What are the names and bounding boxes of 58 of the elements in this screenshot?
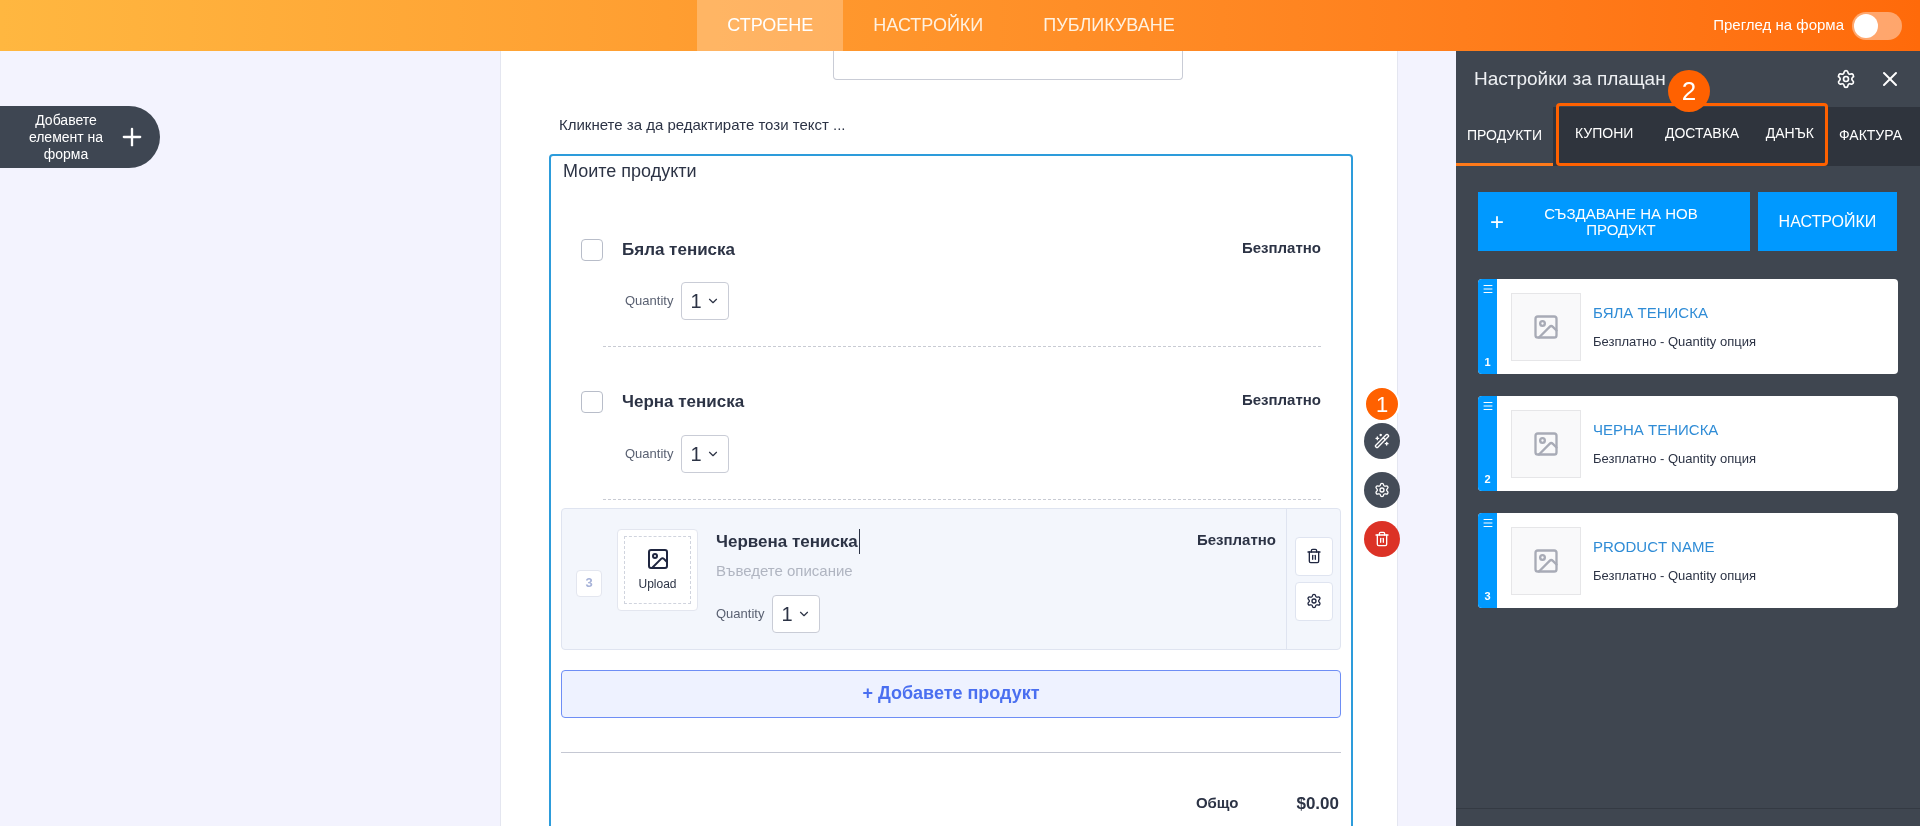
image-icon: [645, 546, 670, 571]
product-name: Черна тениска: [622, 391, 745, 413]
magic-wand-icon: [1374, 433, 1390, 449]
input-field[interactable]: [833, 51, 1183, 80]
image-icon: [1532, 312, 1560, 341]
product-card[interactable]: 1 БЯЛА ТЕНИСКА Безплатно - Quantity опция: [1478, 279, 1898, 374]
menu-icon: [1481, 517, 1494, 529]
image-icon: [1532, 546, 1560, 575]
product-price: Безплатно: [1196, 529, 1276, 550]
settings-button[interactable]: [1294, 581, 1333, 621]
settings-icon: [1374, 482, 1390, 498]
annotation-badge: 2: [1668, 70, 1710, 112]
product-checkbox[interactable]: [581, 238, 603, 261]
product-name-field[interactable]: Червена тениска: [716, 528, 860, 554]
add-element-button[interactable]: Добавете елемент на форма: [0, 106, 160, 168]
intro-text[interactable]: Кликнете за да редактирате този текст ...: [559, 114, 1397, 137]
product-card[interactable]: 2 ЧЕРНА ТЕНИСКА Безплатно - Quantity опция: [1478, 396, 1898, 491]
panel-tab[interactable]: КУПОНИ: [1559, 106, 1650, 163]
menu-icon: [1481, 400, 1494, 412]
magic-wand-button[interactable]: [1364, 423, 1400, 459]
annotation-badge: 1: [1364, 386, 1400, 422]
product-price: Безплатно: [1241, 390, 1321, 410]
total-amount: $0.00: [1296, 792, 1339, 815]
product-card[interactable]: 3 PRODUCT NAME Безплатно - Quantity опция: [1478, 513, 1898, 608]
panel-tab[interactable]: ФАКТУРА: [1828, 107, 1913, 166]
trash-icon: [1374, 531, 1390, 547]
quantity-label: Quantity: [716, 604, 765, 623]
total-label: Общо: [1195, 793, 1239, 813]
product-name: Бяла тениска: [622, 238, 736, 261]
upload-image-button[interactable]: Upload: [617, 528, 698, 611]
preview-toggle[interactable]: [1852, 11, 1902, 40]
delete-button[interactable]: [1294, 536, 1333, 576]
quantity-label: Quantity: [625, 444, 674, 463]
add-product-button[interactable]: + Добавете продукт: [561, 669, 1341, 718]
product-title[interactable]: PRODUCT NAME: [1593, 535, 1756, 558]
product-number: 3: [576, 569, 602, 597]
image-icon: [1532, 429, 1560, 458]
product-title[interactable]: ЧЕРНА ТЕНИСКА: [1593, 418, 1756, 441]
widget-title: Моите продукти: [563, 159, 698, 183]
product-checkbox[interactable]: [581, 391, 603, 413]
menu-icon: [1481, 283, 1494, 295]
quantity-label: Quantity: [625, 292, 674, 311]
panel-title: Настройки за плащан: [1474, 66, 1666, 91]
settings-icon[interactable]: [1836, 69, 1856, 89]
product-detail: Безплатно - Quantity опция: [1593, 450, 1756, 468]
product-price: Безплатно: [1241, 237, 1321, 258]
quantity-select[interactable]: 1: [772, 594, 820, 633]
panel-tab[interactable]: ДАНЪК: [1754, 106, 1825, 163]
panel-tab[interactable]: ПРОДУКТИ: [1456, 107, 1553, 166]
preview-label: Преглед на форма: [1713, 15, 1844, 36]
product-detail: Безплатно - Quantity опция: [1593, 567, 1756, 585]
quantity-select[interactable]: 1: [681, 434, 729, 473]
trash-icon: [1305, 548, 1322, 564]
quantity-select[interactable]: 1: [681, 282, 729, 320]
product-title[interactable]: БЯЛА ТЕНИСКА: [1593, 301, 1756, 324]
product-detail: Безплатно - Quantity опция: [1593, 333, 1756, 351]
settings-button[interactable]: [1364, 472, 1400, 508]
settings-icon: [1305, 593, 1322, 609]
